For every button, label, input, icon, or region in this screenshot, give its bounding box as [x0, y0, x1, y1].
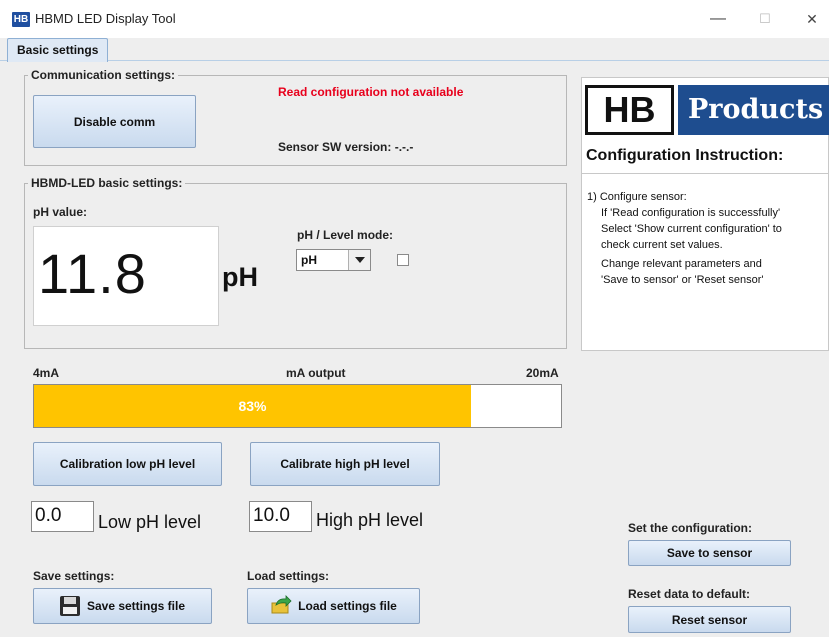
low-ph-label: Low pH level — [98, 512, 202, 532]
output-high-label: 20mA — [526, 366, 559, 380]
window-title: HBMD LED Display Tool — [35, 11, 176, 26]
ph-unit-label: pH — [222, 262, 258, 292]
instruction-line: 'Save to sensor' or 'Reset sensor' — [601, 274, 764, 286]
save-settings-file-button[interactable]: Save settings file — [33, 588, 212, 624]
floppy-disk-icon — [59, 596, 80, 616]
maximize-button[interactable]: ☐ — [742, 0, 788, 38]
reset-data-label: Reset data to default: — [628, 587, 751, 601]
close-icon: ✕ — [806, 10, 818, 27]
low-ph-input[interactable]: 0.0 — [31, 501, 94, 532]
ph-value-display: 11.8 — [33, 226, 219, 326]
minimize-button[interactable]: — — [695, 0, 741, 38]
load-settings-file-button[interactable]: Load settings file — [247, 588, 420, 624]
instruction-line: Change relevant parameters and — [601, 258, 762, 270]
app-logo-icon: HB — [12, 12, 30, 27]
output-title: mA output — [286, 366, 346, 380]
chevron-down-icon — [354, 257, 365, 263]
close-button[interactable]: ✕ — [789, 0, 829, 38]
load-arrow-icon — [270, 594, 292, 618]
mode-checkbox[interactable] — [397, 254, 409, 266]
read-config-status: Read configuration not available — [278, 85, 464, 99]
instruction-line: check current set values. — [601, 239, 723, 251]
products-logo: Products — [678, 85, 829, 135]
hb-logo: HB — [585, 85, 674, 135]
disable-comm-button[interactable]: Disable comm — [33, 95, 196, 148]
save-to-sensor-button[interactable]: Save to sensor — [628, 540, 791, 566]
instruction-line: Select 'Show current configuration' to — [601, 223, 782, 235]
tab-strip — [0, 38, 829, 61]
maximize-icon: ☐ — [759, 11, 771, 26]
calibration-low-button[interactable]: Calibration low pH level — [33, 442, 222, 486]
mode-select[interactable]: pH — [296, 249, 371, 271]
save-settings-file-label: Save settings file — [86, 599, 186, 613]
load-settings-label: Load settings: — [247, 569, 330, 583]
ma-output-percent: 83% — [238, 398, 267, 414]
reset-sensor-button[interactable]: Reset sensor — [628, 606, 791, 633]
instruction-line: If 'Read configuration is successfully' — [601, 207, 781, 219]
instruction-divider — [582, 173, 828, 174]
minimize-icon: — — [710, 10, 726, 27]
configuration-instruction-title: Configuration Instruction: — [586, 147, 784, 164]
sensor-sw-version: Sensor SW version: -.-.- — [278, 140, 414, 154]
dropdown-button[interactable] — [348, 250, 370, 270]
calibrate-high-button[interactable]: Calibrate high pH level — [250, 442, 440, 486]
set-configuration-label: Set the configuration: — [628, 521, 752, 535]
save-settings-label: Save settings: — [33, 569, 115, 583]
communication-settings-title: Communication settings: — [28, 68, 179, 82]
mode-selected: pH — [301, 253, 317, 267]
basic-settings-title: HBMD-LED basic settings: — [28, 176, 186, 190]
mode-label: pH / Level mode: — [297, 228, 394, 242]
ph-value: 11.8 — [38, 242, 147, 305]
output-low-label: 4mA — [33, 366, 60, 380]
load-settings-file-label: Load settings file — [298, 599, 397, 613]
ph-value-label: pH value: — [33, 205, 88, 219]
high-ph-input[interactable]: 10.0 — [249, 501, 312, 532]
high-ph-label: High pH level — [316, 510, 424, 530]
instruction-line: 1) Configure sensor: — [587, 191, 687, 203]
tab-basic-settings[interactable]: Basic settings — [7, 38, 109, 62]
